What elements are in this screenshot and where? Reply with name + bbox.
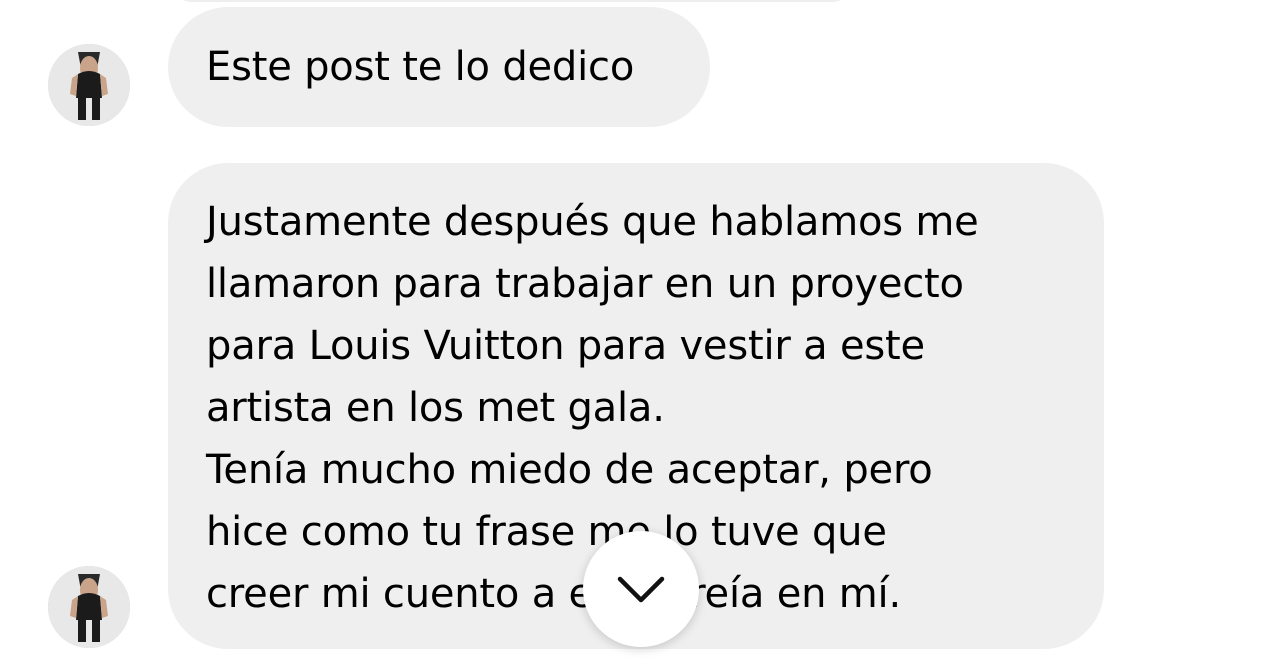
sender-avatar[interactable]	[48, 44, 130, 126]
scroll-to-bottom-button[interactable]	[583, 531, 699, 647]
person-photo-icon	[48, 566, 130, 648]
sender-avatar[interactable]	[48, 566, 130, 648]
message-text: Justamente después que hablamos me llama…	[206, 199, 979, 431]
message-bubble[interactable]: Este post te lo dedico	[168, 7, 710, 127]
previous-message-bubble	[172, 0, 852, 2]
chat-thread: Este post te lo dedico Justamente despué…	[0, 0, 1284, 671]
person-photo-icon	[48, 44, 130, 126]
message-text: Este post te lo dedico	[206, 44, 635, 90]
chevron-down-icon	[617, 576, 665, 603]
